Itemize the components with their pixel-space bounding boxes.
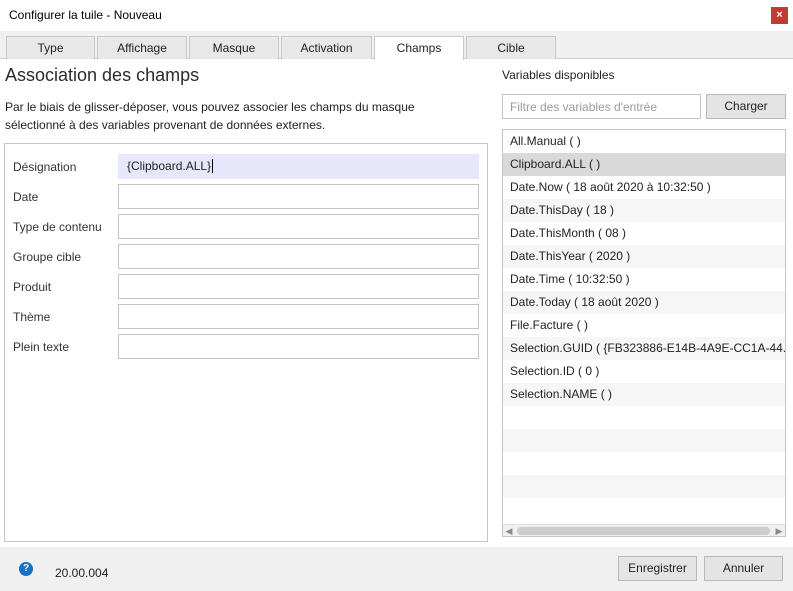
version-label: 20.00.004: [55, 566, 109, 580]
list-item[interactable]: Selection.NAME ( ): [503, 383, 785, 406]
tab-cible[interactable]: Cible: [466, 36, 556, 59]
variable-filter-input[interactable]: Filtre des variables d'entrée: [502, 94, 701, 119]
field-label: Type de contenu: [13, 220, 102, 234]
field-row-theme: Thème: [5, 304, 487, 330]
list-empty-row: [503, 498, 785, 521]
tab-activation[interactable]: Activation: [281, 36, 372, 59]
horizontal-scrollbar[interactable]: ◀ ▶: [503, 524, 785, 536]
load-button[interactable]: Charger: [706, 94, 786, 119]
list-item[interactable]: File.Facture ( ): [503, 314, 785, 337]
target-group-field[interactable]: [118, 244, 479, 269]
tab-champs[interactable]: Champs: [374, 36, 464, 60]
list-item[interactable]: Selection.ID ( 0 ): [503, 360, 785, 383]
variable-list[interactable]: All.Manual ( ) Clipboard.ALL ( ) Date.No…: [502, 129, 786, 537]
list-item[interactable]: All.Manual ( ): [503, 130, 785, 153]
list-item[interactable]: Date.Now ( 18 août 2020 à 10:32:50 ): [503, 176, 785, 199]
field-label: Groupe cible: [13, 250, 82, 264]
section-title: Association des champs: [5, 65, 200, 85]
list-item[interactable]: Selection.GUID ( {FB323886-E14B-4A9E-CC1…: [503, 337, 785, 360]
field-row-produit: Produit: [5, 274, 487, 300]
field-row-groupe-cible: Groupe cible: [5, 244, 487, 270]
window-title: Configurer la tuile - Nouveau: [9, 8, 162, 22]
scroll-right-icon[interactable]: ▶: [773, 525, 785, 536]
theme-field[interactable]: [118, 304, 479, 329]
date-field[interactable]: [118, 184, 479, 209]
list-item[interactable]: Date.Time ( 10:32:50 ): [503, 268, 785, 291]
list-item[interactable]: Date.Today ( 18 août 2020 ): [503, 291, 785, 314]
product-field[interactable]: [118, 274, 479, 299]
content-type-field[interactable]: [118, 214, 479, 239]
section-description: Par le biais de glisser-déposer, vous po…: [5, 100, 415, 132]
list-empty-row: [503, 406, 785, 429]
designation-field[interactable]: {Clipboard.ALL}: [118, 154, 479, 179]
list-item-selected[interactable]: Clipboard.ALL ( ): [503, 153, 785, 176]
list-item[interactable]: Date.ThisYear ( 2020 ): [503, 245, 785, 268]
tab-affichage[interactable]: Affichage: [97, 36, 187, 59]
scroll-thumb[interactable]: [517, 527, 770, 535]
list-empty-row: [503, 452, 785, 475]
scroll-left-icon[interactable]: ◀: [503, 525, 515, 536]
text-cursor: [212, 159, 214, 173]
tab-masque[interactable]: Masque: [189, 36, 279, 59]
field-label: Date: [13, 190, 39, 204]
footer-bar: ? 20.00.004 Enregistrer Annuler: [0, 547, 793, 591]
title-bar: Configurer la tuile - Nouveau ×: [0, 0, 793, 31]
tab-type[interactable]: Type: [6, 36, 95, 59]
field-row-designation: Désignation {Clipboard.ALL}: [5, 154, 487, 180]
tab-strip: Type Affichage Masque Activation Champs …: [0, 31, 793, 60]
list-empty-row: [503, 429, 785, 452]
field-row-type-de-contenu: Type de contenu: [5, 214, 487, 240]
save-button[interactable]: Enregistrer: [618, 556, 697, 581]
field-label: Produit: [13, 280, 52, 294]
field-value: {Clipboard.ALL}: [127, 159, 212, 173]
list-empty-row: [503, 475, 785, 498]
help-icon[interactable]: ?: [19, 562, 33, 576]
cancel-button[interactable]: Annuler: [704, 556, 783, 581]
field-label: Plein texte: [13, 340, 70, 354]
field-row-date: Date: [5, 184, 487, 210]
list-item[interactable]: Date.ThisDay ( 18 ): [503, 199, 785, 222]
field-mapping-panel: Désignation {Clipboard.ALL} Date Type de…: [4, 143, 488, 542]
full-text-field[interactable]: [118, 334, 479, 359]
list-item[interactable]: Date.ThisMonth ( 08 ): [503, 222, 785, 245]
variables-title: Variables disponibles: [502, 68, 615, 82]
field-row-plein-texte: Plein texte: [5, 334, 487, 360]
close-icon[interactable]: ×: [771, 7, 788, 24]
field-label: Thème: [13, 310, 51, 324]
field-label: Désignation: [13, 160, 77, 174]
